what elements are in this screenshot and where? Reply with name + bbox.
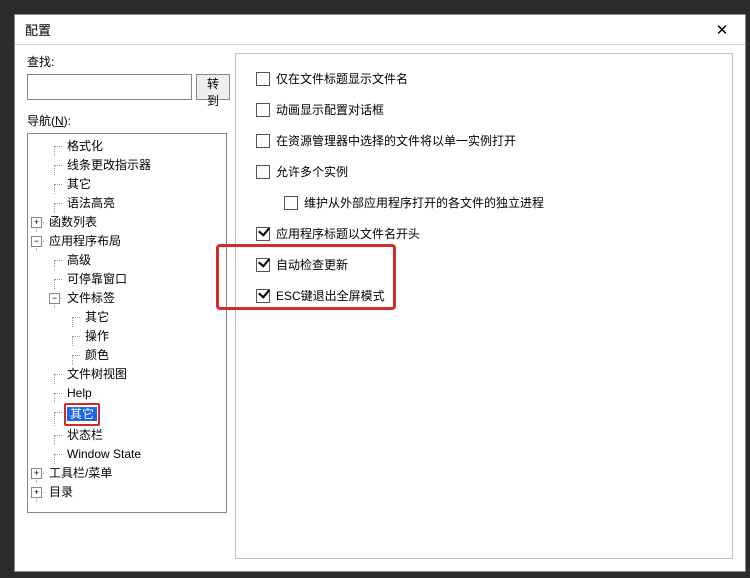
option-row: 应用程序标题以文件名开头 [256,225,712,242]
checkbox[interactable] [284,196,298,210]
tree-item-label: 操作 [82,329,112,343]
option-label: 允许多个实例 [276,163,348,180]
tree-item[interactable]: 目录 [46,485,76,499]
tree-item[interactable]: 应用程序布局 [46,234,124,248]
tree-item-label: 目录 [46,485,76,499]
go-button[interactable]: 转到 [196,74,230,100]
checkbox[interactable] [256,134,270,148]
tree-toggle-icon[interactable]: − [31,236,42,247]
tree-item[interactable]: 其它 [82,310,112,324]
tree-item-label: 其它 [64,177,94,191]
option-label: 维护从外部应用程序打开的各文件的独立进程 [304,194,544,211]
checkbox[interactable] [256,72,270,86]
option-label: 应用程序标题以文件名开头 [276,225,420,242]
tree-item-label: 工具栏/菜单 [46,466,115,480]
option-row: 在资源管理器中选择的文件将以单一实例打开 [256,132,712,149]
tree-item-label: 高级 [64,253,94,267]
config-dialog: 配置 ✕ 查找: 转到 导航(N): 格式化线条更改指示器其它语法高亮+函数列表… [14,14,746,572]
dialog-title: 配置 [25,20,701,39]
checkbox[interactable] [256,258,270,272]
left-column: 查找: 转到 导航(N): 格式化线条更改指示器其它语法高亮+函数列表−应用程序… [27,53,227,559]
option-label: 在资源管理器中选择的文件将以单一实例打开 [276,132,516,149]
tree-toggle-icon[interactable]: + [31,217,42,228]
close-icon[interactable]: ✕ [701,17,743,43]
tree-item[interactable]: Window State [64,447,144,461]
nav-label: 导航(N): [27,112,227,129]
option-label: 仅在文件标题显示文件名 [276,70,408,87]
tree-toggle-icon[interactable]: − [49,293,60,304]
option-row: 允许多个实例 [256,163,712,180]
tree-item[interactable]: Help [64,386,95,400]
tree-item[interactable]: 状态栏 [64,428,106,442]
options-panel: 仅在文件标题显示文件名动画显示配置对话框在资源管理器中选择的文件将以单一实例打开… [235,53,733,559]
tree-toggle-icon[interactable]: + [31,487,42,498]
checkbox[interactable] [256,103,270,117]
tree-item[interactable]: 颜色 [82,348,112,362]
tree-item-label: Help [64,386,95,400]
checkbox[interactable] [256,289,270,303]
tree-item[interactable]: 其它 [64,177,94,191]
tree-item-label: 状态栏 [64,428,106,442]
tree-item[interactable]: 操作 [82,329,112,343]
tree-item[interactable]: 函数列表 [46,215,100,229]
tree-item-label: 其它 [82,310,112,324]
tree-item-label: 应用程序布局 [46,234,124,248]
option-row: 自动检查更新 [256,256,712,273]
tree-item[interactable]: 高级 [64,253,94,267]
option-label: 自动检查更新 [276,256,348,273]
tree-item[interactable]: 格式化 [64,139,106,153]
tree-item[interactable]: 可停靠窗口 [64,272,130,286]
tree-item-label: 文件标签 [64,291,118,305]
nav-tree[interactable]: 格式化线条更改指示器其它语法高亮+函数列表−应用程序布局高级可停靠窗口−文件标签… [27,133,227,513]
tree-toggle-icon[interactable]: + [31,468,42,479]
titlebar: 配置 ✕ [15,15,745,45]
option-label: ESC键退出全屏模式 [276,287,385,304]
checkbox[interactable] [256,165,270,179]
tree-item[interactable]: 其它 [64,407,100,421]
option-row: ESC键退出全屏模式 [256,287,712,304]
dialog-body: 查找: 转到 导航(N): 格式化线条更改指示器其它语法高亮+函数列表−应用程序… [15,45,745,571]
option-row: 维护从外部应用程序打开的各文件的独立进程 [256,194,712,211]
checkbox[interactable] [256,227,270,241]
option-row: 仅在文件标题显示文件名 [256,70,712,87]
tree-item-label: 颜色 [82,348,112,362]
search-input[interactable] [27,74,192,100]
tree-item-label: 格式化 [64,139,106,153]
tree-item[interactable]: 工具栏/菜单 [46,466,115,480]
option-label: 动画显示配置对话框 [276,101,384,118]
tree-item-label: 线条更改指示器 [64,158,154,172]
tree-item-label: 可停靠窗口 [64,272,130,286]
tree-item-label: 函数列表 [46,215,100,229]
search-label: 查找: [27,53,227,70]
option-row: 动画显示配置对话框 [256,101,712,118]
tree-item-label: Window State [64,447,144,461]
tree-item[interactable]: 文件树视图 [64,367,130,381]
tree-item-label: 文件树视图 [64,367,130,381]
tree-item-label: 其它 [67,407,97,421]
tree-item-label: 语法高亮 [64,196,118,210]
tree-item[interactable]: 文件标签 [64,291,118,305]
tree-item[interactable]: 语法高亮 [64,196,118,210]
tree-item[interactable]: 线条更改指示器 [64,158,154,172]
